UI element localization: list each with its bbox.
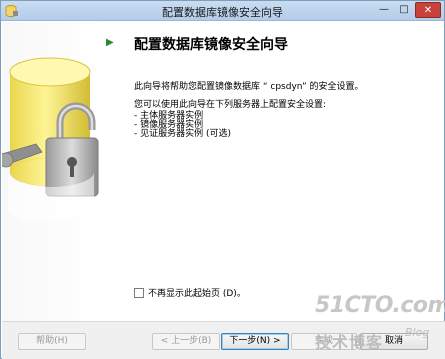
watermark-site: 51CTO.com (315, 293, 445, 318)
list-item: - 见证服务器实例 (可选) (134, 129, 231, 139)
database-lock-illustration (0, 57, 99, 223)
finish-button[interactable]: 完成 (291, 333, 357, 350)
cancel-button[interactable]: 取消 (360, 333, 428, 350)
skip-start-page-option[interactable]: 不再显示此起始页 (D)。 (134, 286, 246, 299)
close-button[interactable]: ✕ (415, 2, 441, 18)
next-button[interactable]: 下一步(N) > (221, 333, 289, 350)
button-bar: 帮助(H) < 上一步(B) 下一步(N) > 完成 取消 (2, 321, 445, 359)
intro-text: 此向导将帮助您配置镜像数据库 “ cpsdyn” 的安全设置。 (134, 82, 364, 92)
skip-start-page-checkbox[interactable] (134, 287, 144, 298)
heading-arrow-icon: ▶ (106, 37, 114, 48)
help-button[interactable]: 帮助(H) (18, 333, 86, 350)
title-bar: 配置数据库镜像安全向导 — □ ✕ (1, 1, 444, 21)
wizard-side-graphic (0, 22, 102, 322)
minimize-button[interactable]: — (374, 2, 394, 18)
maximize-button[interactable]: □ (394, 2, 414, 18)
wizard-window: 配置数据库镜像安全向导 — □ ✕ ▶ 配置数据库镜像安全向导 此向导将帮助您配… (0, 0, 445, 359)
previous-button[interactable]: < 上一步(B) (152, 333, 220, 350)
server-list: - 主体服务器实例 - 镜像服务器实例 - 见证服务器实例 (可选) (134, 112, 231, 139)
page-heading: 配置数据库镜像安全向导 (134, 37, 288, 53)
skip-start-page-label: 不再显示此起始页 (D)。 (148, 289, 246, 299)
instruction-text: 您可以使用此向导在下列服务器上配置安全设置: (134, 100, 327, 110)
